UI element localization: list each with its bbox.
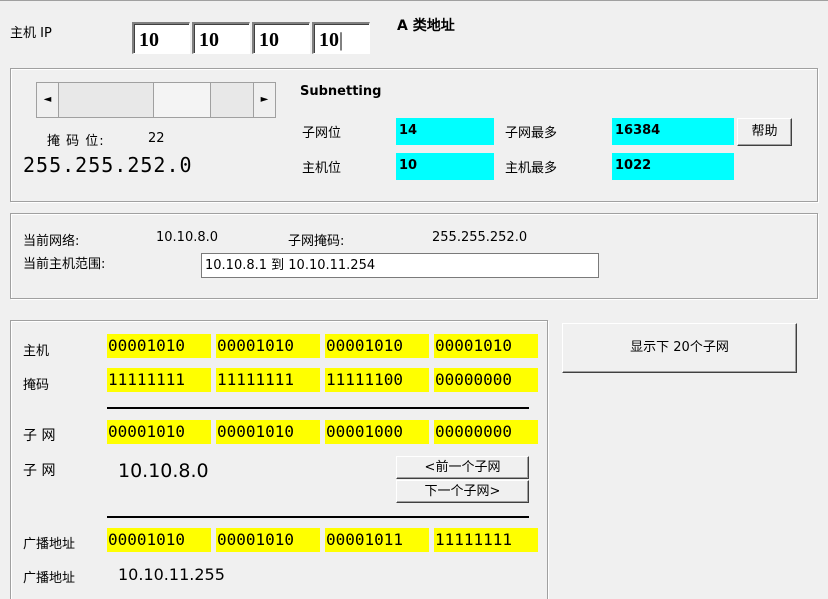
host-octet-4-bits: 00001010: [434, 334, 538, 358]
text-caret: |: [339, 29, 344, 51]
next-subnet-button[interactable]: 下一个子网>: [396, 480, 529, 503]
current-network-label: 当前网络:: [23, 234, 80, 249]
subnet-octet-3-bits: 00001000: [325, 420, 429, 444]
host-bits-value: 10: [396, 153, 494, 180]
binary-mask-label: 掩码: [23, 378, 50, 393]
binary-subnet-label: 子 网: [23, 428, 56, 444]
and-divider-line: [107, 407, 529, 409]
mask-dotted-value: 255.255.252.0: [23, 153, 193, 177]
binary-broadcast-label: 广播地址: [23, 537, 76, 552]
broadcast-octet-4-bits: 11111111: [434, 528, 538, 552]
subnet-bits-value: 14: [396, 118, 494, 145]
scroll-thumb[interactable]: [153, 83, 211, 117]
subnet-octet-4-bits: 00000000: [434, 420, 538, 444]
ip-octet-2-input[interactable]: 10: [192, 22, 250, 54]
subnet-mask-value: 255.255.252.0: [432, 230, 528, 245]
mask-octet-3-bits: 11111100: [325, 368, 429, 392]
show-next-20-subnets-button[interactable]: 显示下 20个子网: [562, 323, 797, 373]
broadcast-address-value: 10.10.11.255: [118, 565, 225, 584]
mask-bits-value: 22: [148, 131, 165, 146]
current-network-value: 10.10.8.0: [156, 230, 219, 245]
host-octet-1-bits: 00001010: [107, 334, 211, 358]
scroll-right-icon[interactable]: ►: [253, 83, 275, 117]
max-hosts-label: 主机最多: [505, 161, 558, 176]
ip-octet-3-input[interactable]: 10: [252, 22, 310, 54]
help-button[interactable]: 帮助: [737, 118, 792, 146]
top-border: [0, 0, 828, 1]
host-octet-2-bits: 00001010: [216, 334, 320, 358]
ip-octet-4-input[interactable]: 10|: [312, 22, 370, 54]
max-hosts-value: 1022: [612, 153, 734, 180]
scroll-left-icon[interactable]: ◄: [37, 83, 59, 117]
host-bits-label: 主机位: [302, 161, 342, 176]
mask-bits-scrollbar[interactable]: ◄ ►: [36, 82, 276, 118]
host-ip-label: 主机 IP: [10, 26, 52, 41]
address-class-label: A 类地址: [397, 18, 455, 34]
mask-octet-4-bits: 00000000: [434, 368, 538, 392]
host-octet-3-bits: 00001010: [325, 334, 429, 358]
host-range-field[interactable]: 10.10.8.1 到 10.10.11.254: [201, 253, 599, 278]
ip-octet-1-input[interactable]: 10: [132, 22, 190, 54]
broadcast-address-label: 广播地址: [23, 571, 76, 586]
prev-subnet-button[interactable]: <前一个子网: [396, 456, 529, 479]
subnet-octet-1-bits: 00001010: [107, 420, 211, 444]
max-subnets-value: 16384: [612, 118, 734, 145]
broadcast-octet-2-bits: 00001010: [216, 528, 320, 552]
subnet-address-value: 10.10.8.0: [118, 460, 209, 482]
mask-octet-1-bits: 11111111: [107, 368, 211, 392]
mask-bits-label: 掩 码 位:: [47, 134, 105, 149]
max-subnets-label: 子网最多: [505, 126, 558, 141]
mask-octet-2-bits: 11111111: [216, 368, 320, 392]
host-range-label: 当前主机范围:: [23, 257, 106, 272]
subnet-bits-label: 子网位: [302, 126, 342, 141]
binary-host-label: 主机: [23, 344, 50, 359]
subnet-octet-2-bits: 00001010: [216, 420, 320, 444]
subnetting-title: Subnetting: [300, 84, 382, 99]
broadcast-octet-1-bits: 00001010: [107, 528, 211, 552]
broadcast-divider-line: [107, 516, 529, 518]
broadcast-octet-3-bits: 00001011: [325, 528, 429, 552]
subnet-address-label: 子 网: [23, 463, 56, 479]
ip-octet-4-value: 10: [319, 29, 339, 51]
subnet-mask-label: 子网掩码:: [288, 234, 345, 249]
